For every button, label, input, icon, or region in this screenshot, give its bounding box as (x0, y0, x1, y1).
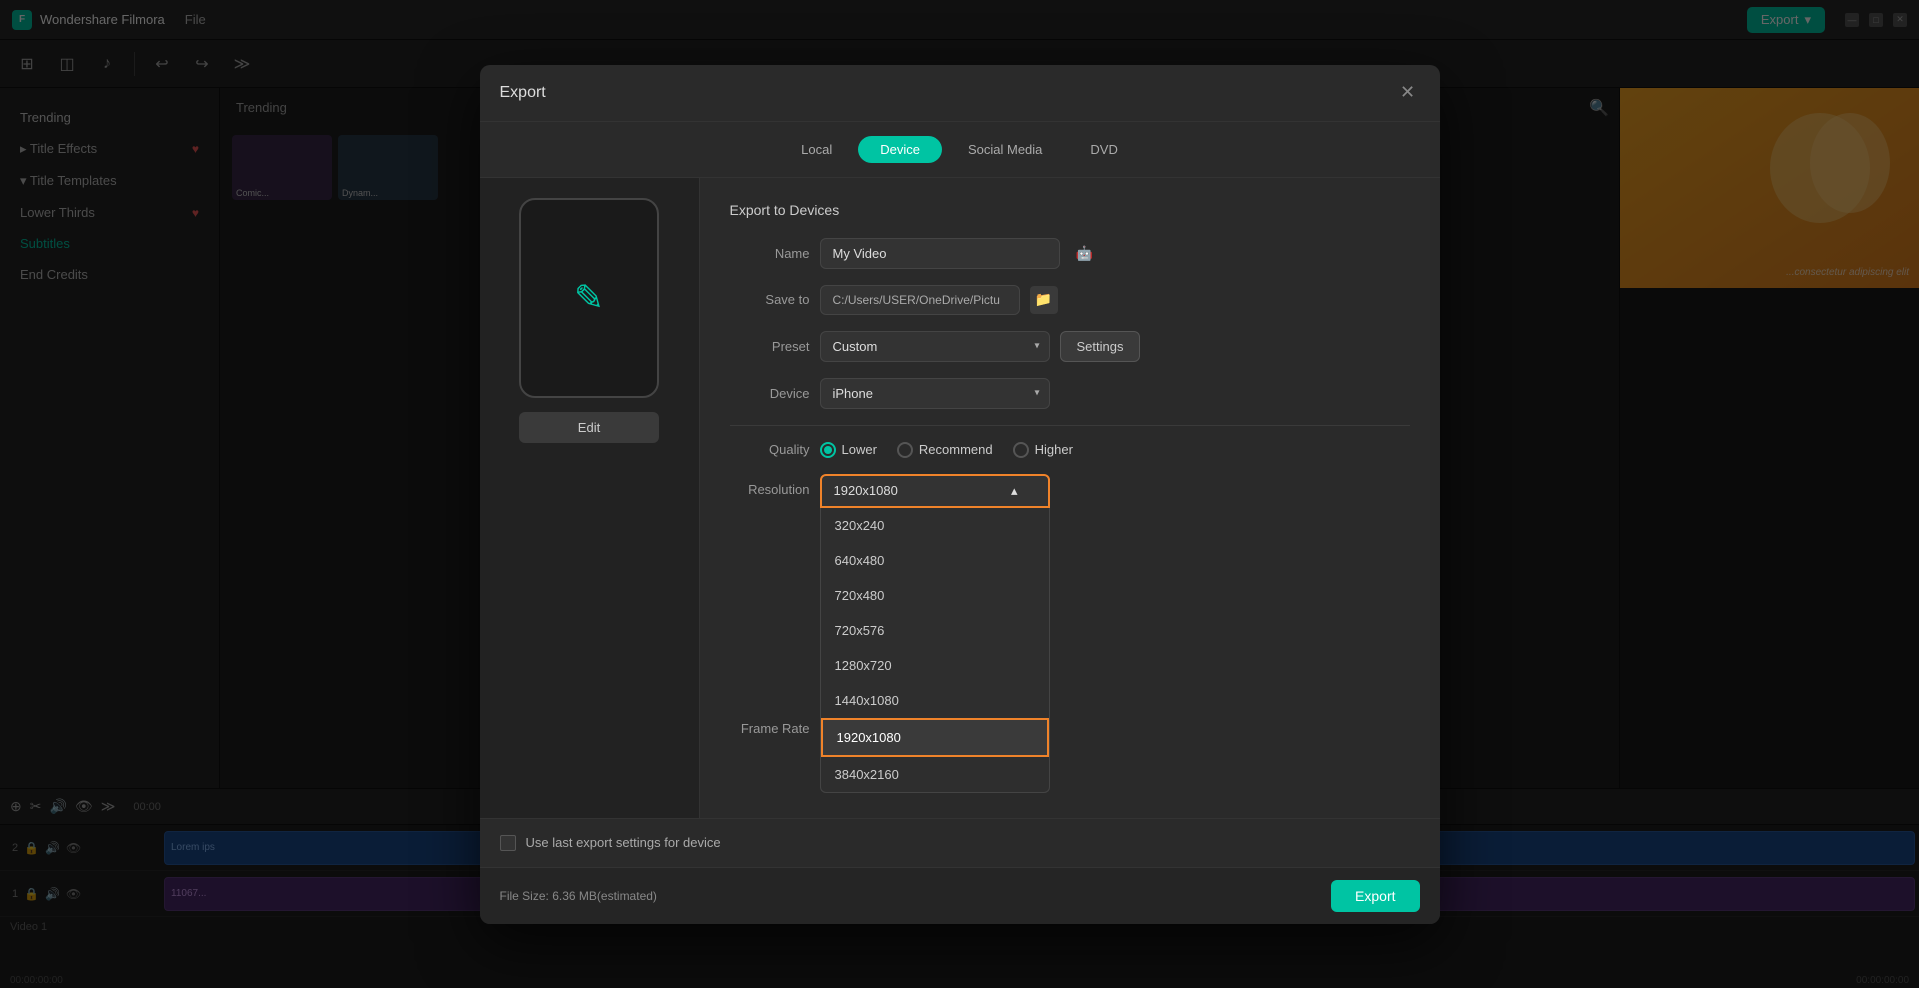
tab-local[interactable]: Local (779, 136, 854, 163)
form-panel: Export to Devices Name 🤖 Save to C:/User… (700, 178, 1440, 818)
quality-row: Quality Lower Recommend (730, 442, 1410, 458)
res-option-720-480[interactable]: 720x480 (821, 578, 1049, 613)
res-option-320[interactable]: 320x240 (821, 508, 1049, 543)
res-option-3840[interactable]: 3840x2160 (821, 757, 1049, 792)
modal-tabs: Local Device Social Media DVD (480, 122, 1440, 178)
modal-footer: File Size: 6.36 MB(estimated) Export (480, 867, 1440, 924)
device-row: Device iPhone ▾ (730, 378, 1410, 409)
modal-body: ✎ Edit Export to Devices Name 🤖 Sa (480, 178, 1440, 818)
quality-lower-label: Lower (842, 442, 877, 457)
radio-lower-circle (820, 442, 836, 458)
device-select[interactable]: iPhone (820, 378, 1050, 409)
app-shell: F Wondershare Filmora File Export ▾ — □ … (0, 0, 1919, 988)
resolution-caret: ▴ (1011, 483, 1018, 499)
radio-lower-inner (824, 446, 832, 454)
file-size-value: 6.36 MB(estimated) (552, 889, 657, 903)
res-option-720-576[interactable]: 720x576 (821, 613, 1049, 648)
res-option-1280[interactable]: 1280x720 (821, 648, 1049, 683)
save-to-path[interactable]: C:/Users/USER/OneDrive/Pictu (820, 285, 1020, 315)
device-screen-icon: ✎ (574, 277, 604, 319)
quality-recommend-label: Recommend (919, 442, 993, 457)
preset-row: Preset Custom ▾ Settings (730, 331, 1410, 362)
file-size-label: File Size: (500, 889, 549, 903)
edit-button[interactable]: Edit (519, 412, 659, 443)
res-option-1920[interactable]: 1920x1080 (821, 718, 1049, 757)
quality-higher[interactable]: Higher (1013, 442, 1073, 458)
modal-header: Export ✕ (480, 65, 1440, 122)
tab-social-media[interactable]: Social Media (946, 136, 1064, 163)
checkbox-label: Use last export settings for device (526, 835, 721, 850)
radio-higher-circle (1013, 442, 1029, 458)
preset-select[interactable]: Custom (820, 331, 1050, 362)
res-option-1440[interactable]: 1440x1080 (821, 683, 1049, 718)
settings-button[interactable]: Settings (1060, 331, 1141, 362)
radio-recommend-circle (897, 442, 913, 458)
ai-icon[interactable]: 🤖 (1076, 245, 1093, 262)
modal-close-button[interactable]: ✕ (1396, 81, 1420, 105)
folder-icon[interactable]: 📁 (1030, 286, 1058, 314)
quality-label: Quality (730, 442, 810, 457)
quality-recommend[interactable]: Recommend (897, 442, 993, 458)
name-input[interactable] (820, 238, 1060, 269)
modal-overlay: Export ✕ Local Device Social Media DVD ✎… (0, 0, 1919, 988)
name-label: Name (730, 246, 810, 261)
device-preview: ✎ (519, 198, 659, 398)
tab-dvd[interactable]: DVD (1068, 136, 1139, 163)
checkbox-row: Use last export settings for device (480, 818, 1440, 867)
resolution-display[interactable]: 1920x1080 ▴ (820, 474, 1050, 508)
resolution-select-wrapper[interactable]: 1920x1080 ▴ 320x240 640x480 720x480 720x… (820, 474, 1050, 508)
export-modal: Export ✕ Local Device Social Media DVD ✎… (480, 65, 1440, 924)
tab-device[interactable]: Device (858, 136, 942, 163)
form-divider (730, 425, 1410, 426)
device-panel: ✎ Edit (480, 178, 700, 818)
quality-lower[interactable]: Lower (820, 442, 877, 458)
device-select-wrapper: iPhone ▾ (820, 378, 1050, 409)
modal-title: Export (500, 84, 546, 102)
device-label: Device (730, 386, 810, 401)
footer-export-button[interactable]: Export (1331, 880, 1419, 912)
res-option-640[interactable]: 640x480 (821, 543, 1049, 578)
save-to-label: Save to (730, 292, 810, 307)
resolution-current-value: 1920x1080 (834, 483, 898, 498)
frame-rate-label: Frame Rate (730, 721, 810, 736)
preset-select-wrapper: Custom ▾ (820, 331, 1050, 362)
resolution-row: Resolution 1920x1080 ▴ 320x240 640x480 7… (730, 474, 1410, 508)
form-section-title: Export to Devices (730, 202, 1410, 218)
quality-options: Lower Recommend Higher (820, 442, 1073, 458)
preset-label: Preset (730, 339, 810, 354)
resolution-label: Resolution (730, 482, 810, 497)
save-to-row: Save to C:/Users/USER/OneDrive/Pictu 📁 (730, 285, 1410, 315)
name-row: Name 🤖 (730, 238, 1410, 269)
resolution-dropdown: 320x240 640x480 720x480 720x576 1280x720… (820, 508, 1050, 793)
file-size-info: File Size: 6.36 MB(estimated) (500, 889, 657, 903)
quality-higher-label: Higher (1035, 442, 1073, 457)
last-export-checkbox[interactable] (500, 835, 516, 851)
